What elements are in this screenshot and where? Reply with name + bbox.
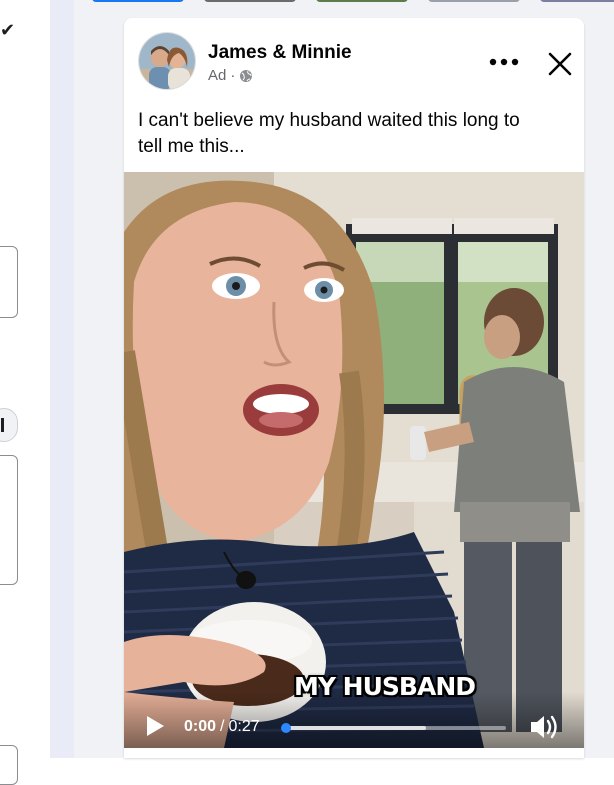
progress-bar[interactable] xyxy=(281,723,506,733)
play-icon[interactable] xyxy=(144,714,166,738)
story-thumbnail[interactable] xyxy=(316,0,408,2)
close-icon[interactable] xyxy=(542,46,578,82)
story-thumbnails xyxy=(74,0,614,4)
avatar[interactable] xyxy=(138,32,196,90)
current-time: 0:00 xyxy=(184,718,217,735)
buffered-progress xyxy=(284,726,427,730)
ad-post-card: James & Minnie Ad · I can't believe my h… xyxy=(124,18,584,758)
left-text-area[interactable] xyxy=(0,455,18,585)
left-panel: ✔ xyxy=(0,0,50,785)
story-thumbnail[interactable] xyxy=(540,0,614,2)
video-frame xyxy=(124,172,584,748)
post-caption: I can't believe my husband waited this l… xyxy=(138,108,570,160)
left-input-box-bottom[interactable] xyxy=(0,745,18,785)
page-name[interactable]: James & Minnie xyxy=(208,42,352,64)
scrubber-handle[interactable] xyxy=(281,723,291,733)
left-toggle-pill[interactable] xyxy=(0,408,18,442)
video-player[interactable]: MY HUSBAND 0:00 / 0:27 xyxy=(124,172,584,748)
volume-icon[interactable] xyxy=(528,712,562,742)
caption-line: tell me this... xyxy=(138,136,245,157)
video-controls: 0:00 / 0:27 xyxy=(124,692,584,748)
separator: · xyxy=(230,67,236,84)
left-input-box[interactable] xyxy=(0,246,18,318)
checkmark-icon: ✔ xyxy=(0,20,16,40)
globe-icon xyxy=(239,69,253,83)
panel-divider xyxy=(50,0,74,758)
story-thumbnail[interactable] xyxy=(428,0,520,2)
caption-line: I can't believe my husband waited this l… xyxy=(138,110,520,131)
sponsored-row: Ad · xyxy=(208,67,253,84)
video-duration: 0:27 xyxy=(228,718,260,735)
video-time: 0:00 / 0:27 xyxy=(184,718,260,736)
story-thumbnail[interactable] xyxy=(204,0,296,2)
sponsored-label[interactable]: Ad xyxy=(208,67,226,84)
more-options-icon[interactable] xyxy=(486,46,522,78)
time-separator: / xyxy=(220,718,225,735)
story-thumbnail[interactable] xyxy=(92,0,184,2)
